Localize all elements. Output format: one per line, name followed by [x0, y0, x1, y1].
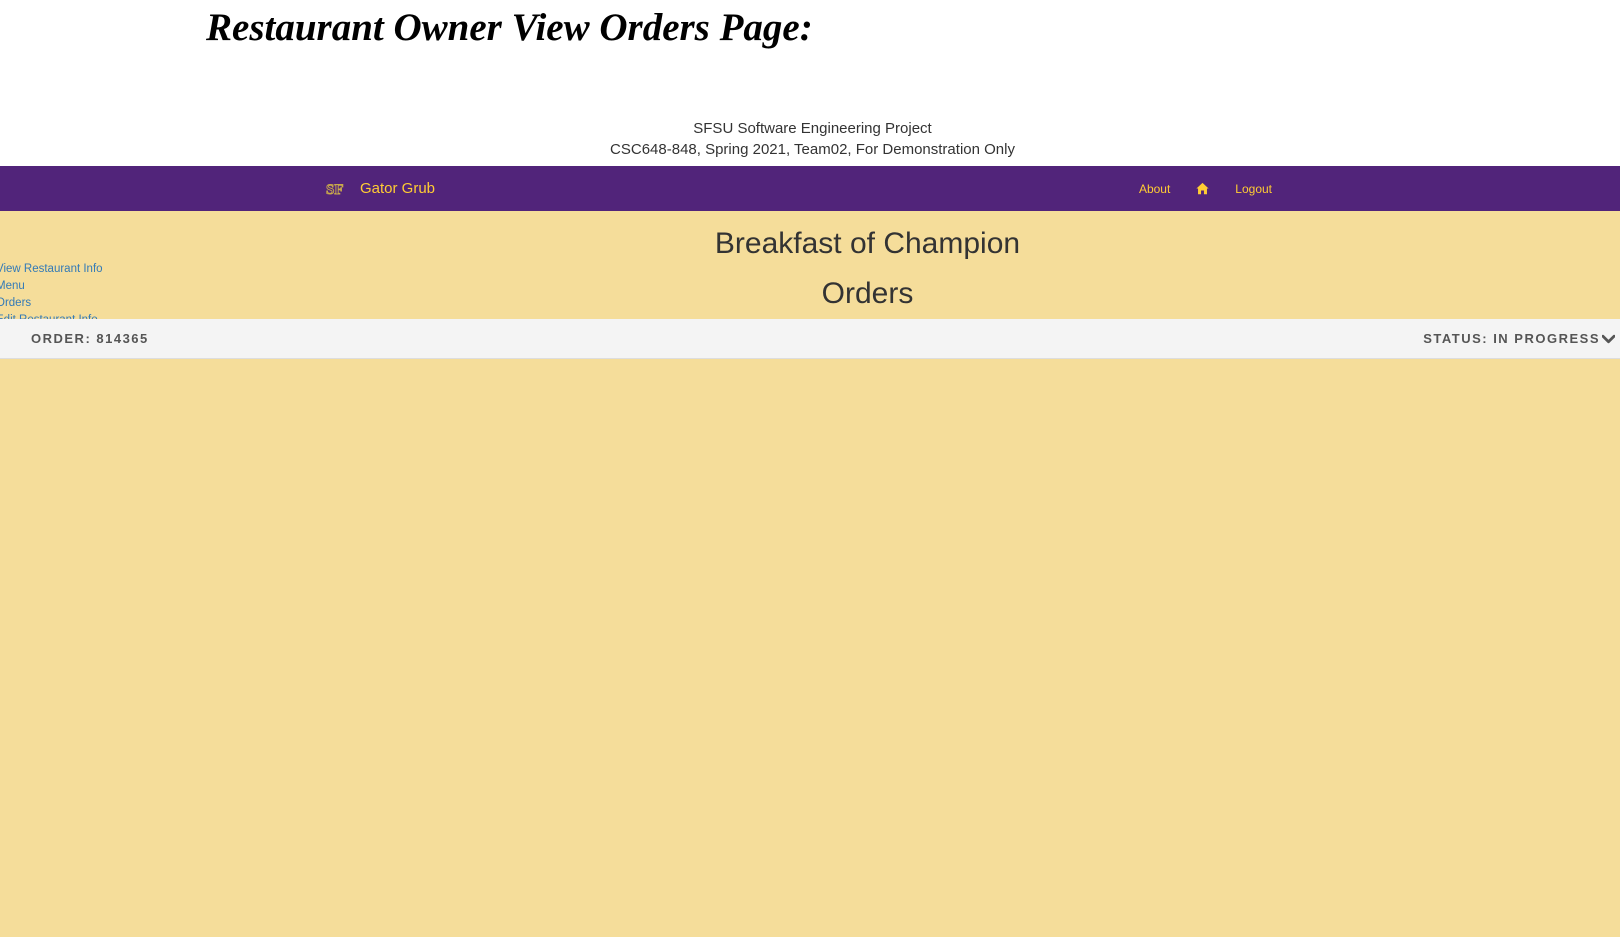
banner-line-course: CSC648-848, Spring 2021, Team02, For Dem…: [610, 141, 1015, 158]
order-status[interactable]: STATUS: IN PROGRESS: [1423, 319, 1615, 358]
sidebar-item-orders[interactable]: Orders: [0, 295, 103, 312]
order-status-label: STATUS: IN PROGRESS: [1423, 331, 1600, 346]
brand-name: Gator Grub: [360, 180, 436, 197]
main-content: Breakfast of Champion Orders View Restau…: [0, 211, 1620, 937]
order-number: ORDER: 814365: [31, 331, 149, 346]
nav-logout-link[interactable]: Logout: [1235, 182, 1272, 196]
chevron-down-icon[interactable]: [1602, 334, 1615, 344]
order-row[interactable]: ORDER: 814365 STATUS: IN PROGRESS: [0, 319, 1620, 359]
top-navbar: SF Gator Grub About Logout: [0, 166, 1620, 211]
page-caption: Restaurant Owner View Orders Page:: [206, 6, 813, 49]
svg-text:SF: SF: [326, 182, 344, 198]
restaurant-name: Breakfast of Champion: [714, 227, 1021, 260]
home-icon[interactable]: [1196, 182, 1209, 195]
nav-about-link[interactable]: About: [1139, 182, 1170, 196]
project-banner: SFSU Software Engineering Project CSC648…: [0, 118, 1620, 166]
sidebar-item-menu[interactable]: Menu: [0, 278, 103, 295]
app-window: SFSU Software Engineering Project CSC648…: [0, 118, 1620, 937]
brand-link[interactable]: SF Gator Grub: [326, 166, 435, 211]
sidebar-item-view-restaurant-info[interactable]: View Restaurant Info: [0, 261, 103, 278]
sf-logo-icon: SF: [326, 181, 344, 198]
orders-title: Orders: [821, 277, 914, 310]
banner-line-project: SFSU Software Engineering Project: [693, 120, 932, 137]
navbar-links: About Logout: [1139, 166, 1272, 211]
